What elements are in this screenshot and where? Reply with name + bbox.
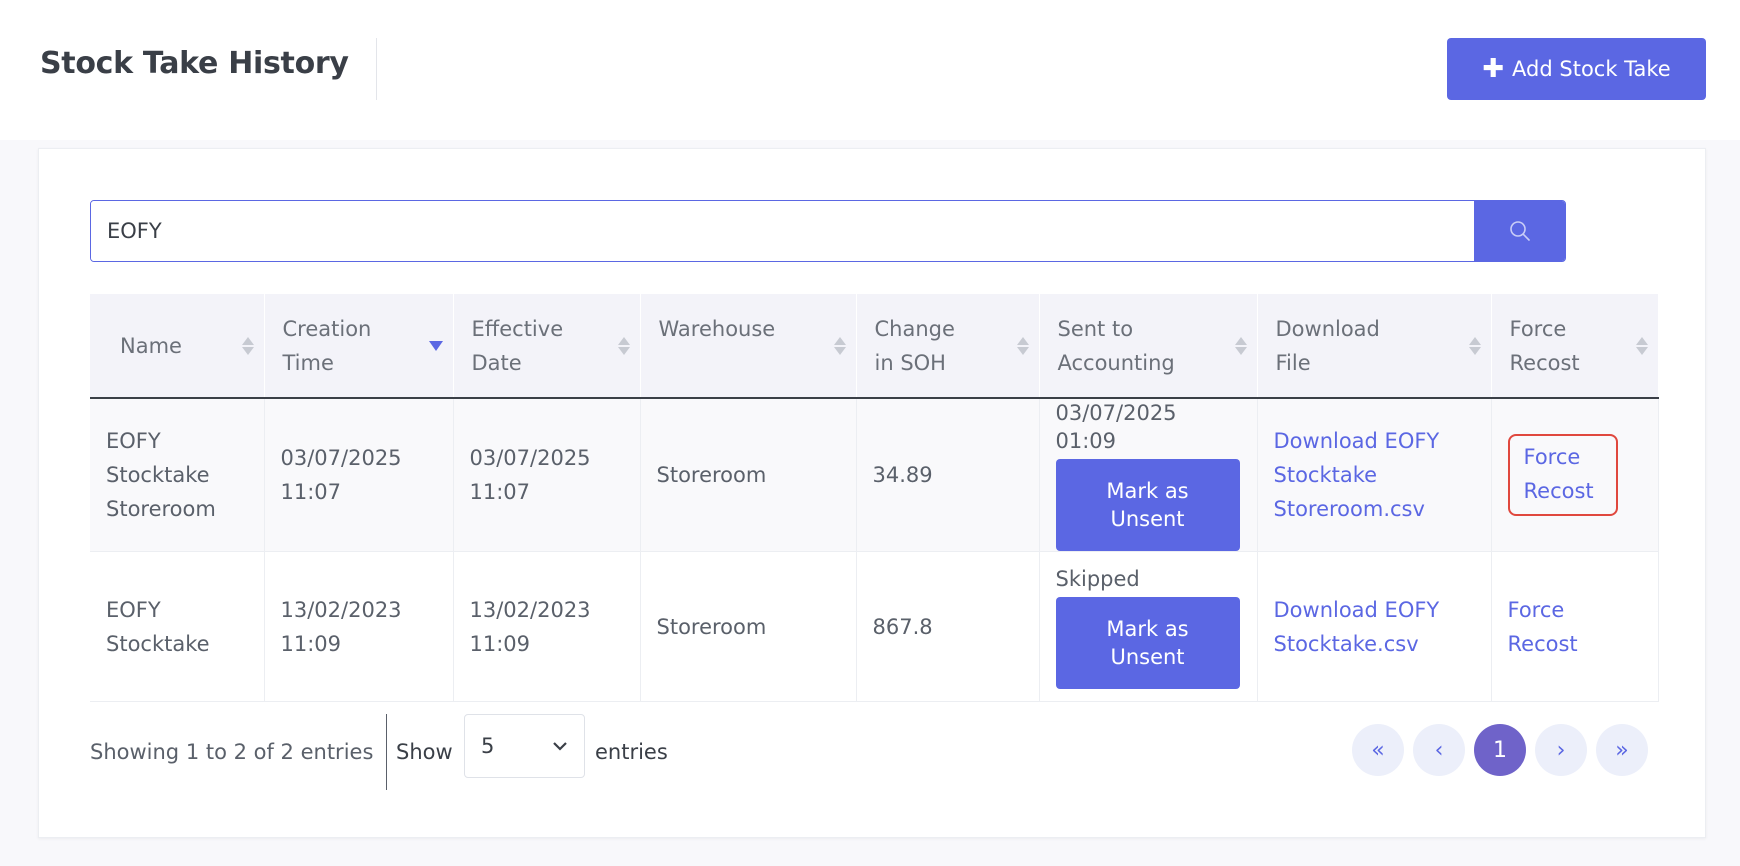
column-header-name[interactable]: Name [90, 294, 264, 399]
force-recost-link[interactable]: Force Recost [1524, 445, 1594, 503]
stock-take-card: Name Creation Time Effective Date Wareho… [38, 148, 1706, 838]
next-page-button[interactable]: › [1535, 724, 1587, 776]
table-row: EOFY Stocktake Storeroom 03/07/2025 11:0… [90, 398, 1659, 552]
column-header-force-recost[interactable]: Force Recost [1490, 294, 1658, 399]
table-row: EOFY Stocktake 13/02/2023 11:09 13/02/20… [90, 551, 1659, 702]
table-footer: Showing 1 to 2 of 2 entries Show 5 entri… [90, 714, 1658, 794]
sort-icon [241, 336, 254, 355]
previous-page-button[interactable]: ‹ [1413, 724, 1465, 776]
show-label: Show [396, 740, 453, 764]
sort-icon [1636, 336, 1648, 355]
add-stock-take-label: Add Stock Take [1512, 57, 1671, 81]
search-button[interactable] [1474, 201, 1565, 261]
force-recost-highlight: Force Recost [1507, 434, 1618, 516]
column-header-effective-date[interactable]: Effective Date [452, 294, 640, 399]
download-file-link[interactable]: Download EOFY Stocktake.csv [1274, 598, 1440, 656]
page-size-value: 5 [481, 734, 495, 758]
column-header-download-file[interactable]: Download File [1256, 294, 1491, 399]
column-header-sent-to-accounting[interactable]: Sent to Accounting [1038, 294, 1257, 399]
cell-force-recost: Force Recost [1490, 551, 1659, 702]
search-input[interactable] [91, 201, 1474, 261]
sort-icon [833, 336, 846, 355]
cell-warehouse: Storeroom [639, 551, 856, 702]
sort-icon [1234, 336, 1247, 355]
cell-sent-to-accounting: Skipped Mark as Unsent [1038, 551, 1257, 702]
pagination: « ‹ 1 › » [1352, 724, 1648, 776]
cell-download-file: Download EOFY Stocktake Storeroom.csv [1256, 398, 1491, 552]
cell-effective-date: 03/07/2025 11:07 [452, 398, 640, 552]
mark-as-unsent-button[interactable]: Mark as Unsent [1055, 459, 1240, 551]
mark-as-unsent-button[interactable]: Mark as Unsent [1055, 596, 1240, 689]
plus-icon: ✚ [1482, 54, 1505, 84]
entries-label: entries [595, 740, 668, 764]
column-header-warehouse[interactable]: Warehouse [639, 294, 856, 399]
stock-take-table: Name Creation Time Effective Date Wareho… [90, 294, 1659, 702]
cell-warehouse: Storeroom [639, 398, 856, 552]
sort-descending-icon [428, 340, 443, 351]
cell-name: EOFY Stocktake [90, 551, 264, 702]
add-stock-take-button[interactable]: ✚ Add Stock Take [1447, 38, 1706, 100]
force-recost-link[interactable]: Force Recost [1508, 598, 1578, 656]
sort-icon [617, 336, 630, 355]
page-title: Stock Take History [40, 46, 349, 81]
last-page-button[interactable]: » [1596, 724, 1648, 776]
cell-sent-to-accounting: 03/07/2025 01:09 Mark as Unsent [1038, 398, 1257, 552]
cell-change-in-soh: 867.8 [855, 551, 1039, 702]
cell-creation-time: 13/02/2023 11:09 [263, 551, 453, 702]
cell-download-file: Download EOFY Stocktake.csv [1256, 551, 1491, 702]
sent-status: Skipped [1055, 566, 1140, 591]
cell-effective-date: 13/02/2023 11:09 [452, 551, 640, 702]
search-icon [1509, 221, 1530, 241]
download-file-link[interactable]: Download EOFY Stocktake Storeroom.csv [1274, 429, 1440, 521]
sort-icon [1468, 336, 1481, 355]
footer-divider [386, 714, 387, 790]
page-header: Stock Take History ✚ Add Stock Take [0, 0, 1740, 140]
cell-name: EOFY Stocktake Storeroom [90, 398, 264, 552]
table-header-row: Name Creation Time Effective Date Wareho… [90, 294, 1658, 399]
sort-icon [1016, 336, 1029, 355]
chevron-down-icon [553, 742, 567, 751]
sent-status: 03/07/2025 01:09 [1055, 401, 1177, 453]
column-header-change-in-soh[interactable]: Change in SOH [855, 294, 1039, 399]
page-size-select[interactable]: 5 [464, 714, 585, 778]
cell-creation-time: 03/07/2025 11:07 [263, 398, 453, 552]
search-bar [90, 200, 1566, 262]
first-page-button[interactable]: « [1352, 724, 1404, 776]
cell-change-in-soh: 34.89 [855, 398, 1039, 552]
cell-force-recost: Force Recost [1490, 398, 1659, 552]
page-1-button[interactable]: 1 [1474, 724, 1526, 776]
title-divider [376, 38, 377, 100]
showing-entries-text: Showing 1 to 2 of 2 entries [90, 740, 374, 764]
column-header-creation-time[interactable]: Creation Time [263, 294, 453, 399]
